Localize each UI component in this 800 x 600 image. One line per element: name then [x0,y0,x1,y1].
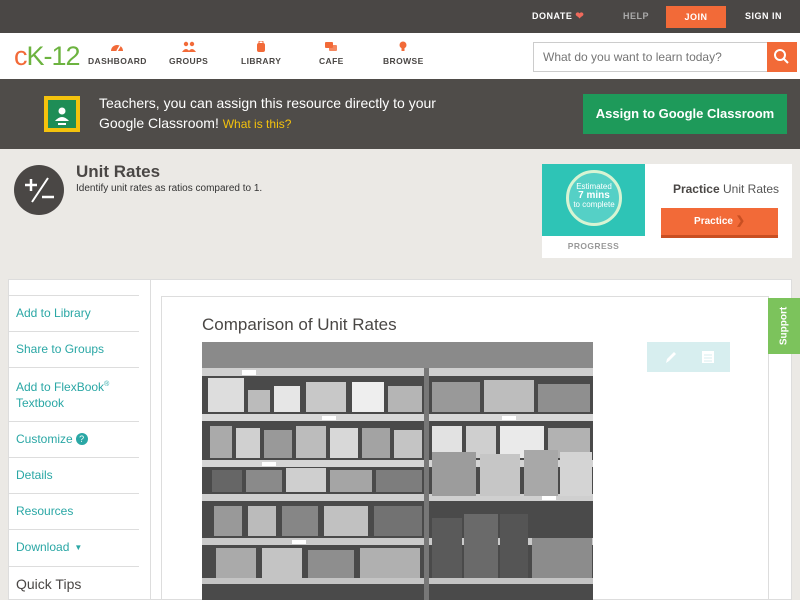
search-input[interactable] [534,43,769,71]
gauge-icon [111,45,124,52]
estimated-time: Estimated 7 mins to complete [573,182,615,209]
google-classroom-icon [44,96,80,132]
chevron-right-icon: ❯ [735,215,745,227]
plus-minus-icon [14,165,64,215]
notes-icon[interactable] [701,349,715,365]
sidebar-download[interactable]: Download ▼ [8,529,139,566]
banner-text: Teachers, you can assign this resource d… [99,95,436,131]
sidebar-customize[interactable]: Customize? [8,421,139,457]
nav-cafe[interactable]: CAFE [319,41,344,66]
join-button[interactable]: JOIN [666,6,726,28]
progress-graphic: Estimated 7 mins to complete [542,164,645,236]
nav-library[interactable]: LIBRARY [241,41,281,66]
nav-groups[interactable]: GROUPS [169,41,208,66]
main-nav: cK-12 DASHBOARD GROUPS LIBRARY CAFE BROW… [0,33,800,79]
sidebar-quick-tips[interactable]: Quick Tips [8,566,139,600]
top-utility-bar: DONATE ❤ HELP JOIN SIGN IN [0,0,800,33]
donate-link[interactable]: DONATE ❤ [532,0,584,33]
caret-down-icon: ▼ [74,543,83,552]
pet-food-shelf-image [202,342,593,600]
practice-title: Practice Unit Rates [672,182,780,196]
lightbulb-icon [399,41,407,51]
article-title: Comparison of Unit Rates [202,315,397,334]
what-is-this-link[interactable]: What is this? [223,117,292,131]
progress-label: PROGRESS [567,241,620,251]
concept-description: Identify unit rates as ratios compared t… [76,183,263,194]
practice-card: Estimated 7 mins to complete PROGRESS Pr… [542,164,792,258]
sidebar-details[interactable]: Details [8,457,139,493]
backpack-icon [257,41,266,52]
ck12-logo[interactable]: cK-12 [14,41,81,72]
sidebar-add-to-library[interactable]: Add to Library [8,295,139,331]
concept-title: Unit Rates [76,162,161,181]
help-link[interactable]: HELP [623,0,649,33]
practice-button[interactable]: Practice ❯ [661,208,778,238]
search-box [533,42,797,72]
assign-google-classroom-button[interactable]: Assign to Google Classroom [583,94,787,134]
help-icon[interactable]: ? [75,433,88,445]
sidebar-add-to-flexbook[interactable]: Add to FlexBook® Textbook [8,367,139,421]
search-icon [774,49,789,64]
nav-browse[interactable]: BROWSE [383,41,424,66]
sidebar-share-to-groups[interactable]: Share to Groups [8,331,139,367]
shelf-photo [202,342,593,600]
sidebar: Add to Library Share to Groups Add to Fl… [8,295,139,600]
support-tab[interactable]: Support [768,298,800,354]
heart-icon: ❤ [575,11,585,22]
article-tools [647,342,730,372]
chat-bubbles-icon [325,42,338,51]
pencil-icon[interactable] [663,349,677,365]
search-button[interactable] [767,42,797,72]
nav-dashboard[interactable]: DASHBOARD [88,41,147,66]
sidebar-resources[interactable]: Resources [8,493,139,529]
sign-in-link[interactable]: SIGN IN [745,0,782,33]
divider [150,279,151,600]
people-icon [181,41,196,52]
